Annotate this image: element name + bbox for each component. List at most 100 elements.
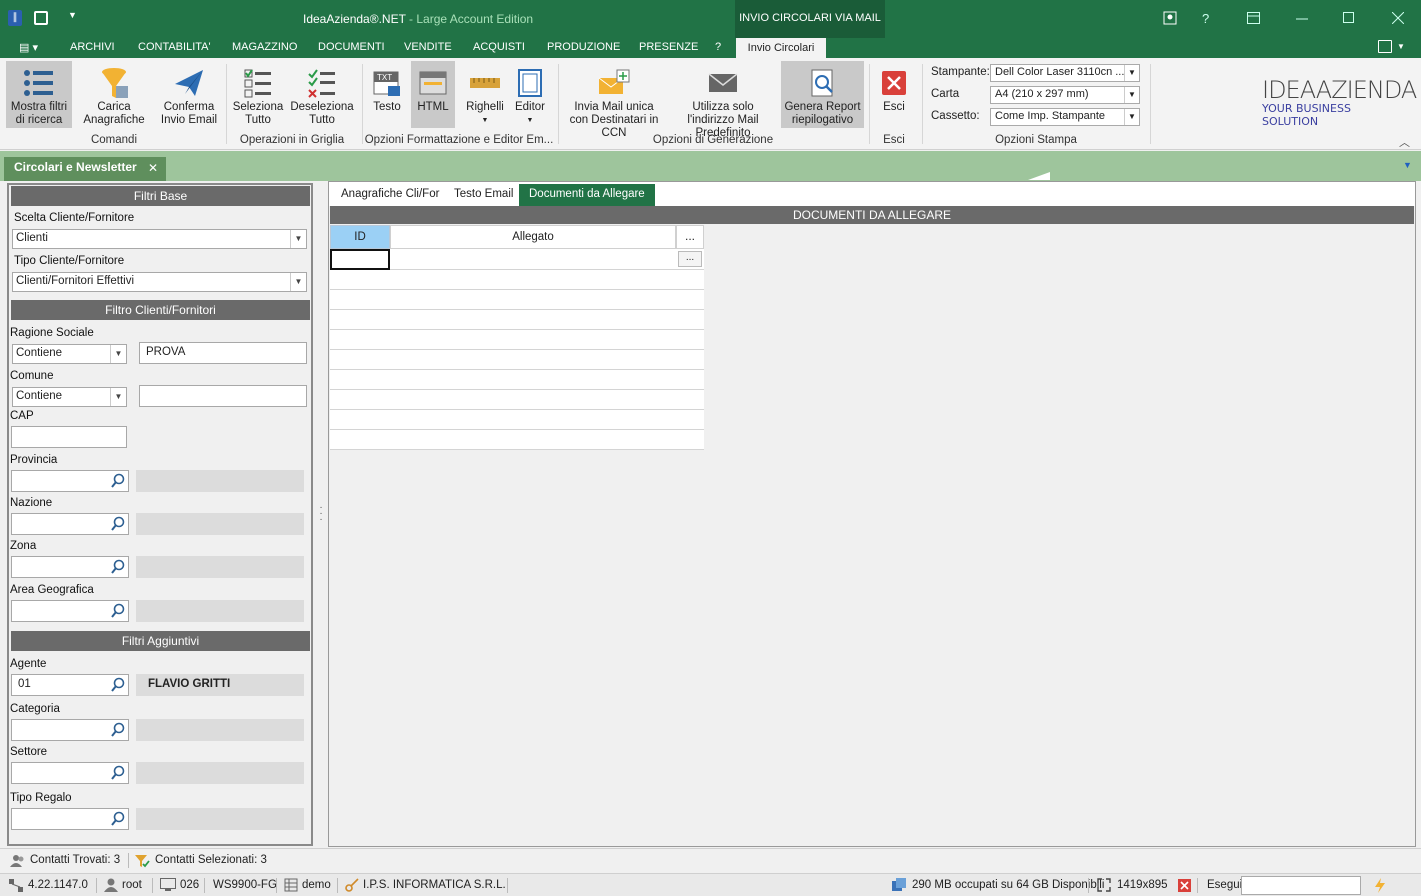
search-icon[interactable] [110, 559, 126, 575]
app-icon[interactable]: ∥ [8, 10, 22, 26]
categoria-input[interactable] [11, 719, 129, 741]
current-cell[interactable] [330, 249, 390, 270]
search-icon[interactable] [110, 765, 126, 781]
doc-tab-circolari[interactable]: Circolari e Newsletter ✕ [4, 157, 166, 181]
ruler-icon [470, 78, 500, 88]
file-menu-icon[interactable]: ▤ ▾ [19, 41, 38, 54]
editor-button[interactable]: Editor ▼ [510, 61, 550, 127]
doc-tab-close-icon[interactable]: ✕ [148, 161, 158, 175]
column-header-id[interactable]: ID [330, 225, 390, 249]
search-icon[interactable] [110, 677, 126, 693]
ragione-op-dropdown-icon[interactable]: ▼ [110, 345, 126, 363]
collapse-ribbon-icon[interactable]: ︿ [1399, 134, 1410, 150]
search-icon[interactable] [110, 603, 126, 619]
carta-select[interactable]: A4 (210 x 297 mm) ▼ [990, 86, 1140, 104]
menu-produzione[interactable]: PRODUZIONE [547, 41, 620, 53]
mostra-filtri-button[interactable]: Mostra filtri di ricerca [6, 61, 72, 128]
cap-input[interactable] [11, 426, 127, 448]
lightning-icon[interactable] [1374, 878, 1386, 893]
save-icon[interactable] [34, 11, 48, 25]
group-generazione-label: Opzioni di Generazione [652, 134, 774, 146]
column-header-button[interactable]: ... [676, 225, 704, 249]
maximize-icon[interactable] [1343, 12, 1354, 23]
user-icon [104, 878, 118, 892]
menu-acquisti[interactable]: ACQUISTI [473, 41, 525, 53]
cassetto-value: Come Imp. Stampante [995, 110, 1106, 122]
invia-ccn-button[interactable]: Invia Mail unica con Destinatari in CCN [564, 61, 664, 140]
tab-testo-email[interactable]: Testo Email [444, 184, 523, 206]
conferma-label: Conferma Invio Email [160, 101, 218, 126]
tipo-dropdown-icon[interactable]: ▼ [290, 273, 306, 291]
area-input[interactable] [11, 600, 129, 622]
user-account-icon[interactable] [1163, 11, 1177, 25]
menu-vendite[interactable]: VENDITE [404, 41, 452, 53]
quick-access-dropdown-icon[interactable]: ▼ [68, 10, 77, 20]
close-window-icon[interactable] [1392, 12, 1404, 24]
menu-archivi[interactable]: ARCHIVI [70, 41, 115, 53]
testo-button[interactable]: TXT Testo [366, 61, 408, 114]
settore-input[interactable] [11, 762, 129, 784]
agente-input[interactable]: 01 [11, 674, 129, 696]
search-icon[interactable] [110, 516, 126, 532]
tab-list-dropdown-icon[interactable]: ▼ [1403, 160, 1412, 170]
search-icon[interactable] [110, 473, 126, 489]
layout-dropdown-icon[interactable]: ▼ [1397, 42, 1405, 51]
tipo-select[interactable]: Clienti/Fornitori Effettivi ▼ [12, 272, 307, 292]
close-red-icon[interactable] [1178, 879, 1191, 892]
column-header-allegato[interactable]: Allegato [390, 225, 676, 249]
grid-row [330, 410, 704, 430]
comune-operator-select[interactable]: Contiene ▼ [12, 387, 127, 407]
menu-magazzino[interactable]: MAGAZZINO [232, 41, 297, 53]
minimize-icon[interactable] [1296, 18, 1308, 20]
zona-input[interactable] [11, 556, 129, 578]
comune-input[interactable] [139, 385, 307, 407]
menu-help[interactable]: ? [715, 41, 721, 53]
esci-button[interactable]: Esci [874, 61, 914, 114]
document-tab-bar: Circolari e Newsletter ✕ ▼ [0, 151, 1421, 181]
contatti-trovati: Contatti Trovati: 3 [30, 854, 121, 866]
regalo-input[interactable] [11, 808, 129, 830]
carta-dropdown-icon[interactable]: ▼ [1124, 87, 1139, 103]
provincia-input[interactable] [11, 470, 129, 492]
nazione-input[interactable] [11, 513, 129, 535]
conferma-invio-button[interactable]: Conferma Invio Email [156, 61, 222, 127]
genera-report-button[interactable]: Genera Report riepilogativo [781, 61, 864, 128]
editor-label: Editor [514, 101, 546, 113]
grid-row[interactable]: ... [330, 249, 704, 270]
carica-anagrafiche-button[interactable]: Carica Anagrafiche [80, 61, 148, 127]
righelli-button[interactable]: Righelli ▼ [462, 61, 508, 127]
browse-button[interactable]: ... [678, 251, 702, 267]
tab-documenti-allegare[interactable]: Documenti da Allegare [519, 184, 655, 206]
menu-contabilita[interactable]: CONTABILITA' [138, 41, 211, 53]
memory-icon [892, 878, 906, 891]
layout-switch-icon[interactable] [1378, 40, 1392, 53]
scelta-select[interactable]: Clienti ▼ [12, 229, 307, 249]
ragione-op-value: Contiene [16, 347, 63, 359]
search-icon[interactable] [110, 811, 126, 827]
cassetto-select[interactable]: Come Imp. Stampante ▼ [990, 108, 1140, 126]
stampante-dropdown-icon[interactable]: ▼ [1124, 65, 1139, 81]
html-button[interactable]: HTML [411, 61, 455, 128]
stampante-select[interactable]: Dell Color Laser 3110cn ... ▼ [990, 64, 1140, 82]
panel-splitter[interactable]: · · · [318, 503, 324, 525]
search-icon[interactable] [110, 722, 126, 738]
checklist-icon [244, 69, 271, 98]
tab-anagrafiche[interactable]: Anagrafiche Cli/For [331, 184, 449, 206]
deseleziona-tutto-button[interactable]: Deseleziona Tutto [288, 61, 356, 127]
ragione-input[interactable]: PROVA [139, 342, 307, 364]
comune-op-dropdown-icon[interactable]: ▼ [110, 388, 126, 406]
menu-documenti[interactable]: DOCUMENTI [318, 41, 385, 53]
utilizza-mail-button[interactable]: Utilizza solo l'indirizzo Mail Predefini… [668, 61, 778, 140]
company-logo: IDEAAZIENDA YOUR BUSINESS SOLUTION [1262, 76, 1417, 128]
monitor-icon [160, 878, 176, 891]
menu-presenze[interactable]: PRESENZE [639, 41, 698, 53]
grid-row [330, 310, 704, 330]
ragione-operator-select[interactable]: Contiene ▼ [12, 344, 127, 364]
menu-invio-circolari[interactable]: Invio Circolari [736, 38, 826, 58]
seleziona-tutto-button[interactable]: Seleziona Tutto [230, 61, 286, 127]
cassetto-dropdown-icon[interactable]: ▼ [1124, 109, 1139, 125]
restore-ribbon-icon[interactable] [1247, 12, 1260, 24]
help-button[interactable]: ? [1202, 11, 1209, 26]
esegui-input[interactable] [1241, 876, 1361, 895]
scelta-dropdown-icon[interactable]: ▼ [290, 230, 306, 248]
